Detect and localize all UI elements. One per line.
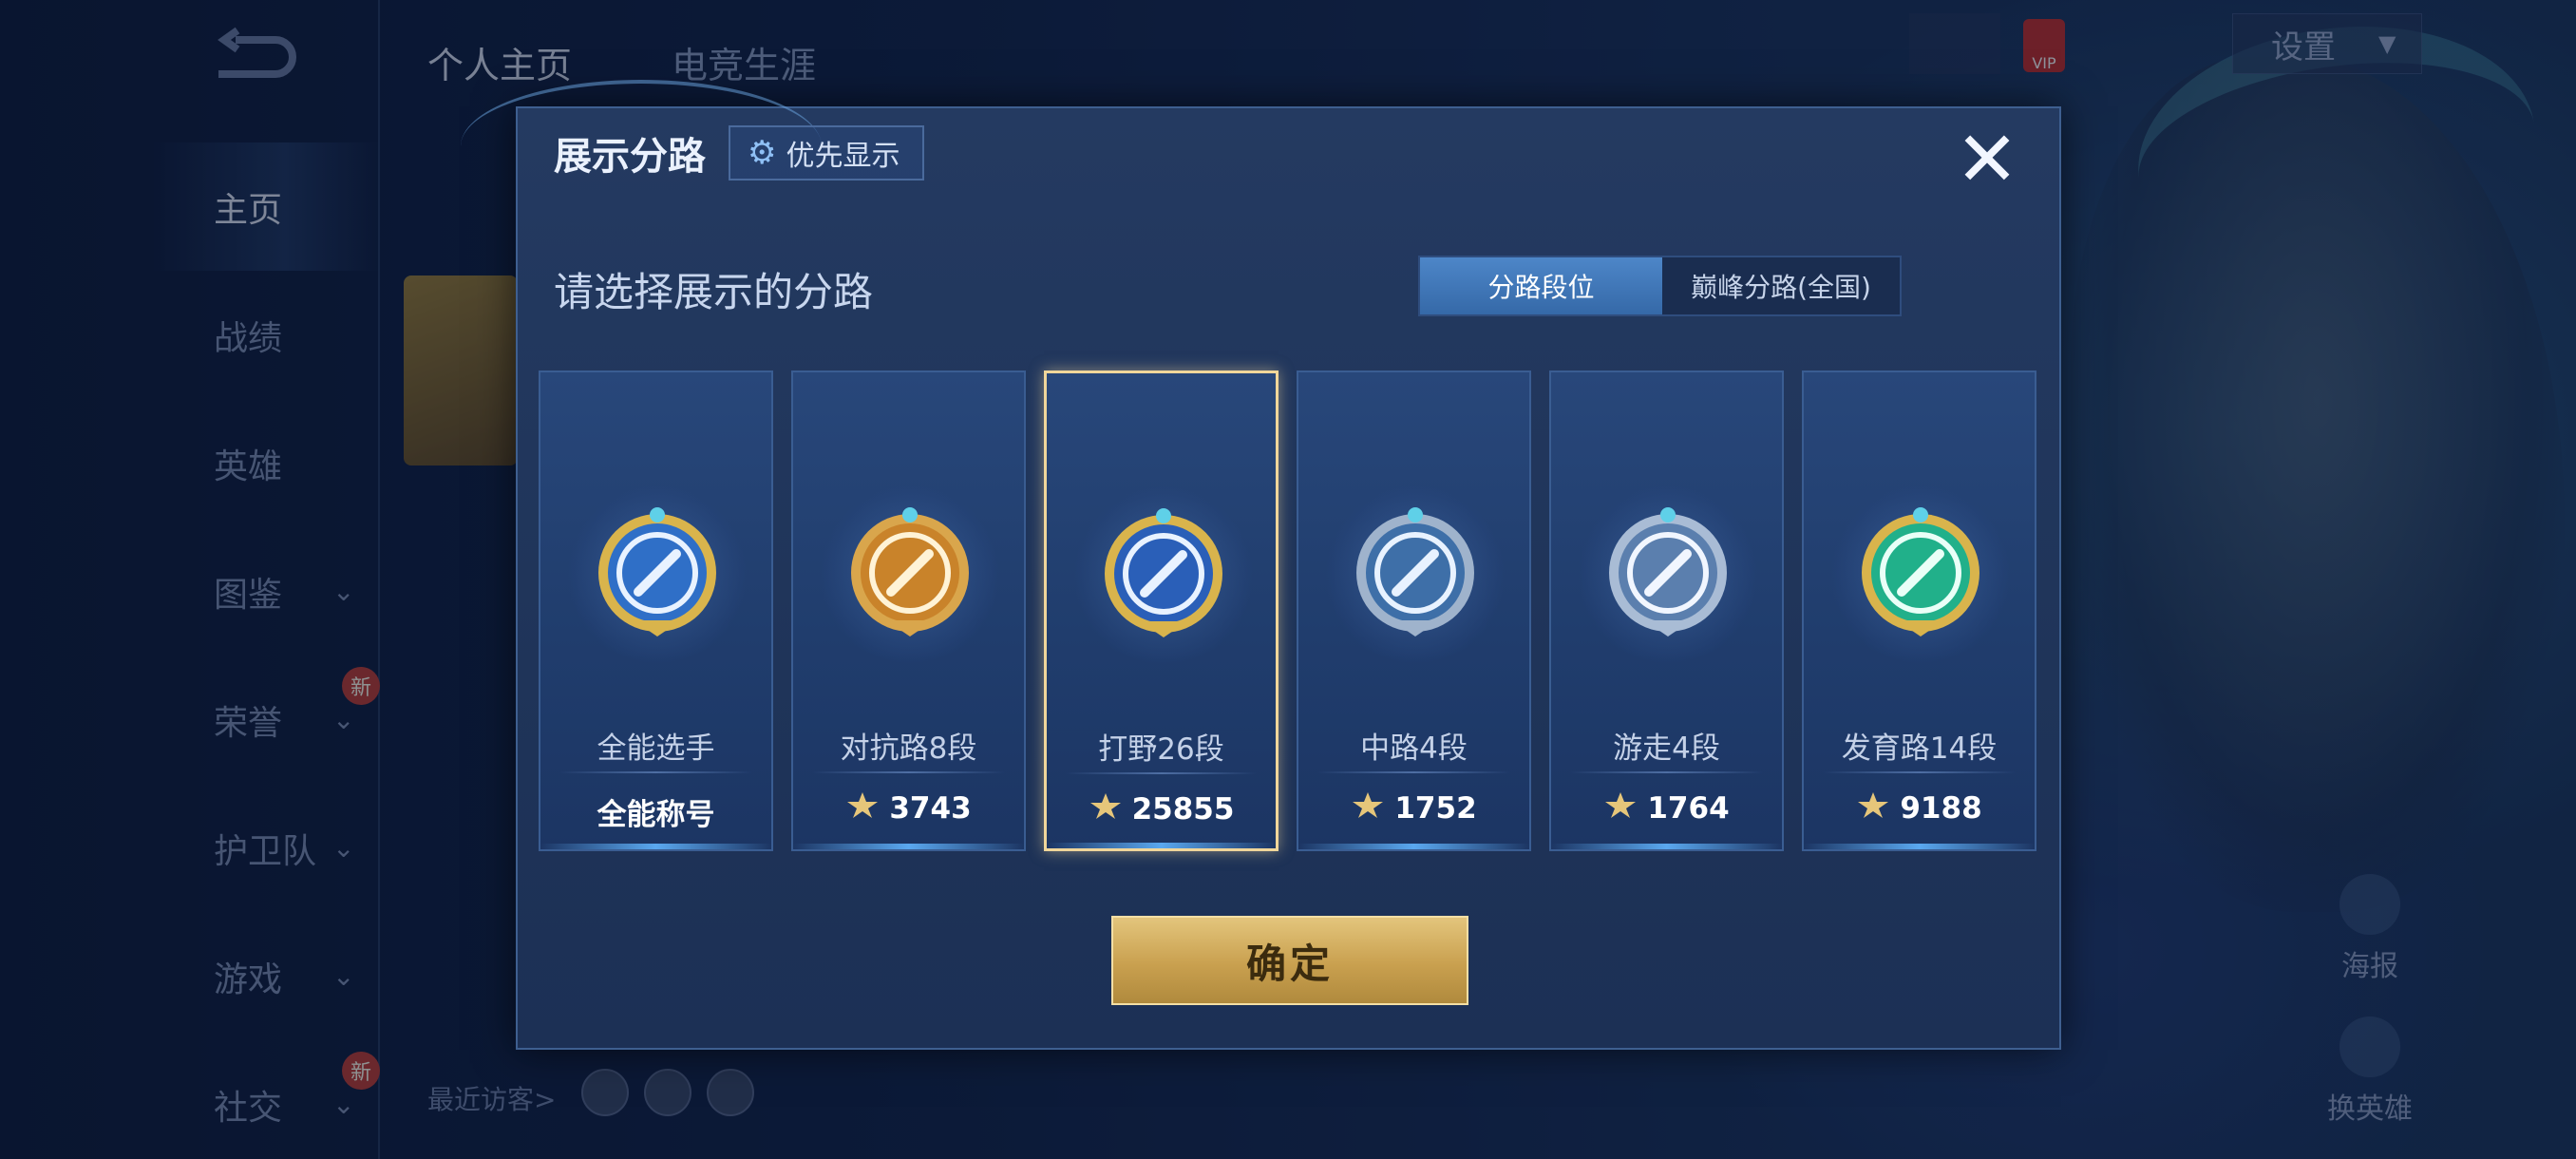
lane-card[interactable]: 对抗路8段 3743	[791, 370, 1026, 851]
emblem-glow	[820, 484, 1000, 665]
lane-card[interactable]: 发育路14段 9188	[1802, 370, 2036, 851]
mid-lane-emblem-icon	[1344, 502, 1487, 648]
lane-card-name: 全能选手	[540, 724, 771, 767]
lane-card-score-value: 1764	[1647, 791, 1729, 826]
dialog-subtitle: 请选择展示的分路	[554, 260, 873, 318]
lane-card[interactable]: 打野26段 25855	[1044, 370, 1279, 851]
lane-card-score: 25855	[1047, 791, 1276, 827]
lane-card-name: 游走4段	[1551, 724, 1782, 767]
priority-display-button[interactable]: ⚙ 优先显示	[729, 125, 924, 180]
rank-points-icon	[1603, 790, 1638, 826]
lane-card-name: 打野26段	[1047, 725, 1276, 768]
lane-card-list: 全能选手全能称号对抗路8段3743打野26段25855中路4段1752游走4段1…	[539, 370, 2036, 851]
tab-peak-lane-national[interactable]: 巅峰分路(全国)	[1662, 257, 1900, 314]
lane-card[interactable]: 游走4段 1764	[1549, 370, 1784, 851]
lane-card-score-value: 1752	[1394, 791, 1476, 826]
close-icon: ✕	[1955, 122, 2018, 198]
emblem-glow	[1325, 484, 1506, 665]
clash-lane-emblem-icon	[839, 502, 981, 648]
close-button[interactable]: ✕	[1949, 122, 2025, 198]
lane-card-score-value: 全能称号	[597, 790, 715, 833]
lane-card-name: 中路4段	[1298, 724, 1529, 767]
card-divider	[1570, 771, 1763, 773]
lane-display-dialog: 展示分路 ⚙ 优先显示 ✕ 请选择展示的分路 分路段位 巅峰分路(全国) 全能选…	[516, 106, 2061, 1050]
farm-lane-emblem-icon	[1849, 502, 1992, 648]
rank-points-icon	[1856, 790, 1890, 826]
card-divider	[812, 771, 1005, 773]
dialog-header: 展示分路 ⚙ 优先显示	[554, 125, 924, 180]
card-divider	[1066, 772, 1257, 774]
lane-card-name: 对抗路8段	[793, 724, 1024, 767]
emblem-glow	[1073, 485, 1254, 666]
lane-card-name: 发育路14段	[1804, 724, 2035, 767]
lane-card-score: 9188	[1804, 790, 2035, 826]
card-divider	[1317, 771, 1510, 773]
rank-points-icon	[845, 790, 880, 826]
lane-card-score: 1752	[1298, 790, 1529, 826]
gear-icon: ⚙	[748, 134, 776, 172]
card-divider	[1823, 771, 2016, 773]
rank-points-icon	[1089, 791, 1123, 827]
lane-card-score: 3743	[793, 790, 1024, 826]
lane-card[interactable]: 全能选手全能称号	[539, 370, 773, 851]
priority-display-label: 优先显示	[786, 132, 900, 174]
roam-emblem-icon	[1597, 502, 1739, 648]
dialog-title: 展示分路	[554, 125, 706, 180]
lane-card-score: 1764	[1551, 790, 1782, 826]
ranking-type-toggle: 分路段位 巅峰分路(全国)	[1418, 256, 1902, 316]
emblem-glow	[567, 484, 748, 665]
tab-lane-rank[interactable]: 分路段位	[1420, 257, 1662, 314]
lane-card-score: 全能称号	[540, 790, 771, 833]
all-round-emblem-icon	[586, 502, 729, 648]
lane-card-score-value: 25855	[1132, 792, 1235, 826]
rank-points-icon	[1351, 790, 1385, 826]
lane-card-score-value: 3743	[889, 791, 971, 826]
jungle-emblem-icon	[1092, 503, 1235, 649]
emblem-glow	[1830, 484, 2011, 665]
lane-card[interactable]: 中路4段 1752	[1297, 370, 1531, 851]
card-divider	[559, 771, 752, 773]
emblem-glow	[1578, 484, 1758, 665]
lane-card-score-value: 9188	[1900, 791, 1981, 826]
confirm-button[interactable]: 确定	[1111, 916, 1468, 1005]
